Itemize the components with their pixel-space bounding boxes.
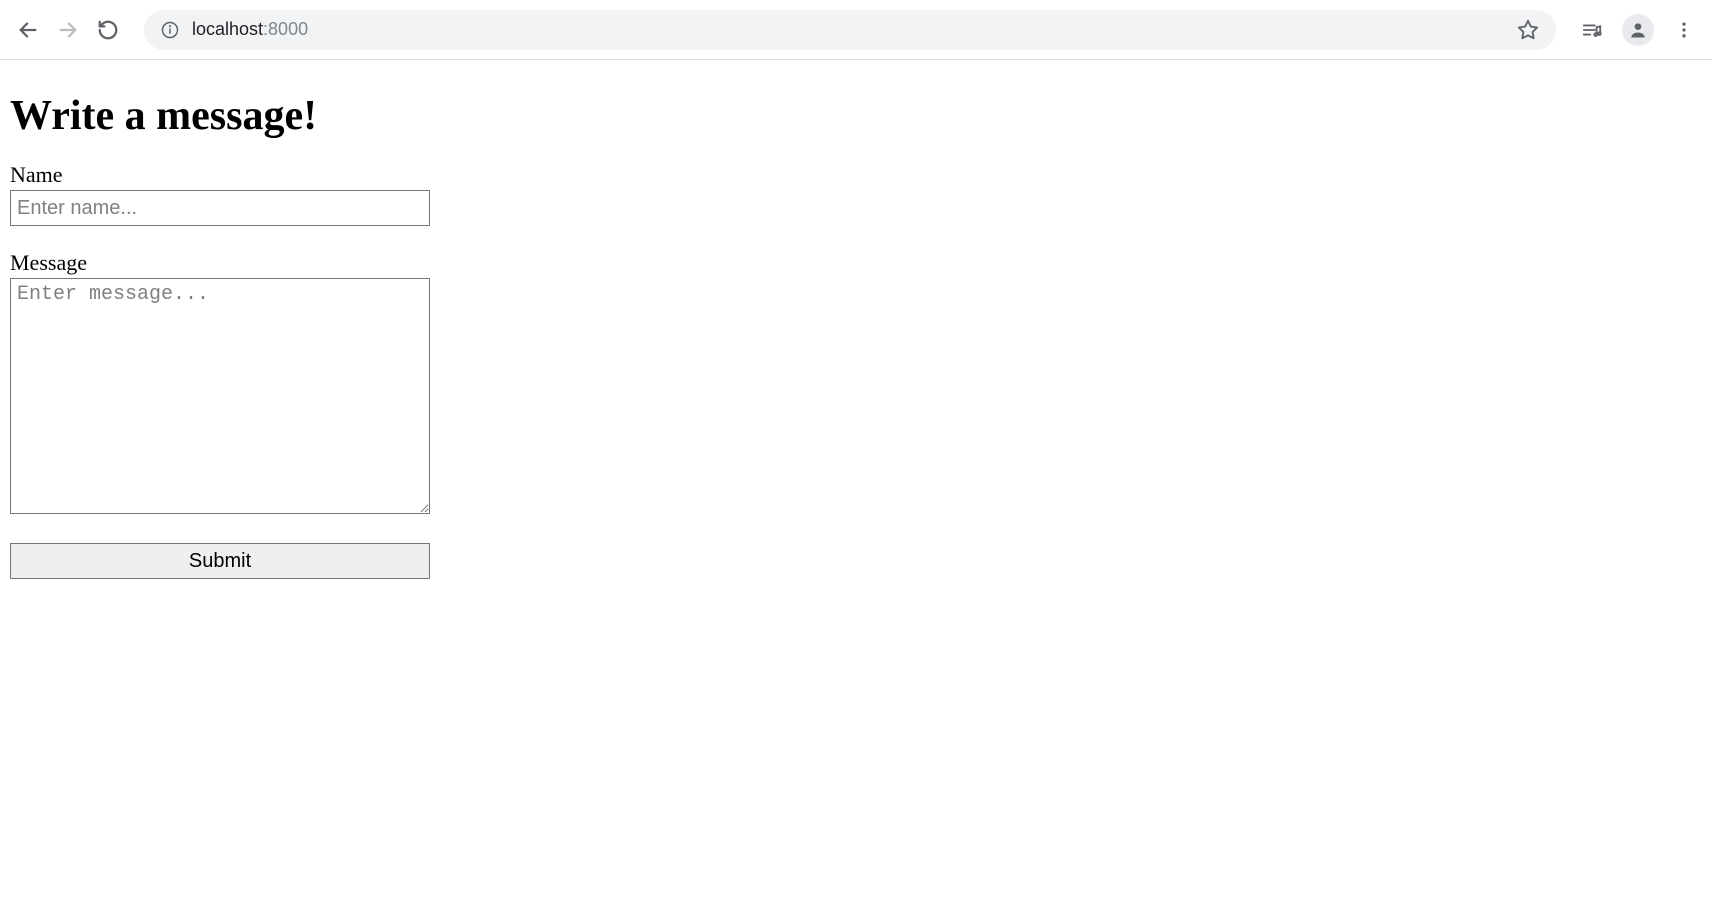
url-host: localhost — [192, 19, 263, 39]
url-text: localhost:8000 — [192, 19, 308, 40]
nav-buttons — [16, 18, 120, 42]
url-port: :8000 — [263, 19, 308, 39]
address-bar[interactable]: localhost:8000 — [144, 10, 1556, 50]
back-button[interactable] — [16, 18, 40, 42]
toolbar-right — [1580, 14, 1696, 46]
profile-avatar[interactable] — [1622, 14, 1654, 46]
media-control-icon[interactable] — [1580, 18, 1604, 42]
site-info-icon[interactable] — [160, 20, 180, 40]
menu-icon[interactable] — [1672, 18, 1696, 42]
name-label: Name — [10, 162, 1702, 188]
name-field-group: Name — [10, 162, 1702, 226]
name-input[interactable] — [10, 190, 430, 226]
message-label: Message — [10, 250, 1702, 276]
page-heading: Write a message! — [10, 92, 1702, 140]
browser-toolbar: localhost:8000 — [0, 0, 1712, 60]
message-field-group: Message — [10, 250, 1702, 519]
bookmark-star-icon[interactable] — [1516, 18, 1540, 42]
message-input[interactable] — [10, 278, 430, 514]
page-content: Write a message! Name Message Submit — [0, 60, 1712, 613]
submit-group: Submit — [10, 543, 1702, 579]
reload-button[interactable] — [96, 18, 120, 42]
forward-button[interactable] — [56, 18, 80, 42]
submit-button[interactable]: Submit — [10, 543, 430, 579]
